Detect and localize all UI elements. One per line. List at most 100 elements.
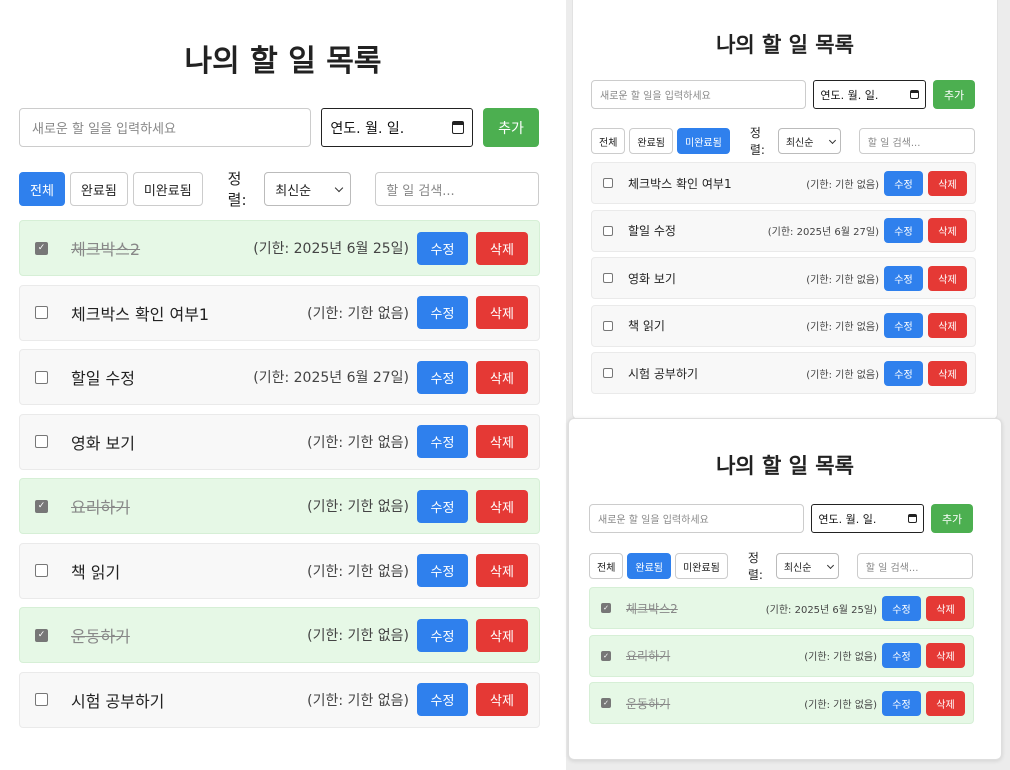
sort-select[interactable]: 최신순 [777,128,841,154]
edit-button[interactable]: 수정 [417,683,468,716]
delete-button[interactable]: 삭제 [928,218,967,243]
new-todo-input[interactable]: 새로운 할 일을 입력하세요 [19,108,312,147]
todo-checkbox[interactable] [603,368,613,378]
todo-checkbox[interactable] [601,698,611,708]
todo-checkbox[interactable] [35,564,48,577]
edit-button[interactable]: 수정 [882,643,921,668]
edit-button[interactable]: 수정 [417,425,468,458]
todo-due-date: (기한: 기한 없음) [307,628,409,644]
todo-checkbox[interactable] [601,603,611,613]
sort-value: 최신순 [275,183,312,199]
due-date-input[interactable]: 연도. 월. 일. [321,108,474,147]
todo-checkbox[interactable] [35,628,48,642]
sort-select[interactable]: 최신순 [775,553,839,579]
new-todo-input[interactable]: 새로운 할 일을 입력하세요 [591,80,807,109]
search-input[interactable]: 할 일 검색... [858,128,975,154]
filter-incomplete-button[interactable]: 미완료됨 [132,172,203,206]
todo-checkbox[interactable] [601,650,611,661]
todo-item: 영화 보기 (기한: 기한 없음) 수정 삭제 [19,413,540,470]
todo-item: 운동하기 (기한: 기한 없음) 수정삭제 [589,682,974,724]
edit-button[interactable]: 수정 [884,360,923,386]
edit-button[interactable]: 수정 [417,296,468,329]
todo-checkbox[interactable] [35,241,48,255]
sort-select[interactable]: 최신순 [264,172,352,206]
todo-checkbox[interactable] [603,273,613,283]
calendar-icon[interactable] [908,514,918,523]
edit-button[interactable]: 수정 [884,265,923,291]
due-date-value: 연도. 월. 일. [330,120,405,137]
filter-completed-button[interactable]: 완료됨 [627,553,672,579]
sort-value: 최신순 [783,562,812,574]
todo-due-date: (기한: 기한 없음) [806,322,879,333]
todo-due-date: (기한: 기한 없음) [806,179,879,191]
edit-button[interactable]: 수정 [884,170,923,196]
todo-checkbox[interactable] [603,178,613,188]
add-button[interactable]: 추가 [931,504,973,533]
todo-due-date: (기한: 2025년 6월 27일) [767,227,879,238]
sort-value: 최신순 [785,137,814,149]
search-input[interactable]: 할 일 검색... [375,172,539,206]
todo-text: 시험 공부하기 [71,691,165,711]
todo-checkbox[interactable] [35,370,48,384]
todo-checkbox[interactable] [35,499,48,513]
edit-button[interactable]: 수정 [417,231,468,265]
filter-all-button[interactable]: 전체 [19,172,65,206]
delete-button[interactable]: 삭제 [928,170,967,196]
delete-button[interactable]: 삭제 [476,489,528,523]
filter-all-button[interactable]: 전체 [591,128,626,154]
search-input[interactable]: 할 일 검색... [856,553,973,579]
todo-item: 할일 수정 (기한: 2025년 6월 27일) 수정 삭제 [591,209,976,252]
todo-text: 책 읽기 [628,319,665,333]
due-date-input[interactable]: 연도. 월. 일. [811,504,925,533]
delete-button[interactable]: 삭제 [928,360,967,386]
todo-due-date: (기한: 기한 없음) [307,499,409,515]
delete-button[interactable]: 삭제 [926,643,965,668]
todo-panel-incomplete: 나의 할 일 목록새로운 할 일을 입력하세요 연도. 월. 일. 추가전체 완료됨 미… [572,0,998,420]
calendar-icon[interactable] [452,121,465,134]
edit-button[interactable]: 수정 [882,690,921,716]
delete-button[interactable]: 삭제 [476,360,528,394]
calendar-icon[interactable] [910,90,920,99]
todo-text: 영화 보기 [71,433,135,453]
delete-button[interactable]: 삭제 [476,425,528,458]
edit-button[interactable]: 수정 [884,218,923,243]
delete-button[interactable]: 삭제 [476,618,528,652]
chevron-down-icon [828,136,836,144]
todo-panel-all: 나의 할 일 목록 새로운 할 일을 입력하세요 연도. 월. 일. 추가 전체 완료됨 미… [0,0,566,770]
edit-button[interactable]: 수정 [417,360,468,394]
filter-incomplete-button[interactable]: 미완료됨 [675,553,728,579]
filter-completed-button[interactable]: 완료됨 [629,128,674,154]
todo-checkbox[interactable] [603,225,613,236]
todo-text: 운동하기 [626,696,671,711]
filter-completed-button[interactable]: 완료됨 [69,172,128,206]
page-title: 나의 할 일 목록 [716,33,854,57]
todo-text: 체크박스 확인 여부1 [71,304,210,324]
add-button[interactable]: 추가 [483,108,539,147]
edit-button[interactable]: 수정 [884,313,923,338]
delete-button[interactable]: 삭제 [476,296,528,329]
delete-button[interactable]: 삭제 [928,313,967,338]
delete-button[interactable]: 삭제 [926,690,965,716]
delete-button[interactable]: 삭제 [928,265,967,291]
filter-bar: 전체 완료됨 미완료됨 정렬: 최신순 할 일 검색... [589,549,973,583]
todo-checkbox[interactable] [603,320,613,331]
edit-button[interactable]: 수정 [417,554,468,587]
due-date-input[interactable]: 연도. 월. 일. [813,80,927,109]
delete-button[interactable]: 삭제 [476,683,528,716]
delete-button[interactable]: 삭제 [476,554,528,587]
delete-button[interactable]: 삭제 [926,595,965,621]
delete-button[interactable]: 삭제 [476,231,528,265]
add-button[interactable]: 추가 [933,80,975,109]
todo-checkbox[interactable] [35,435,48,448]
todo-due-date: (기한: 기한 없음) [806,274,879,286]
edit-button[interactable]: 수정 [417,489,468,523]
edit-button[interactable]: 수정 [882,595,921,621]
new-todo-input[interactable]: 새로운 할 일을 입력하세요 [589,504,805,533]
edit-button[interactable]: 수정 [417,618,468,652]
filter-all-button[interactable]: 전체 [589,553,624,579]
filter-incomplete-button[interactable]: 미완료됨 [677,128,730,154]
todo-checkbox[interactable] [35,306,48,319]
todo-item: 시험 공부하기 (기한: 기한 없음) 수정 삭제 [591,352,976,394]
todo-checkbox[interactable] [35,693,48,706]
todo-item: 시험 공부하기 (기한: 기한 없음) 수정 삭제 [19,671,540,728]
